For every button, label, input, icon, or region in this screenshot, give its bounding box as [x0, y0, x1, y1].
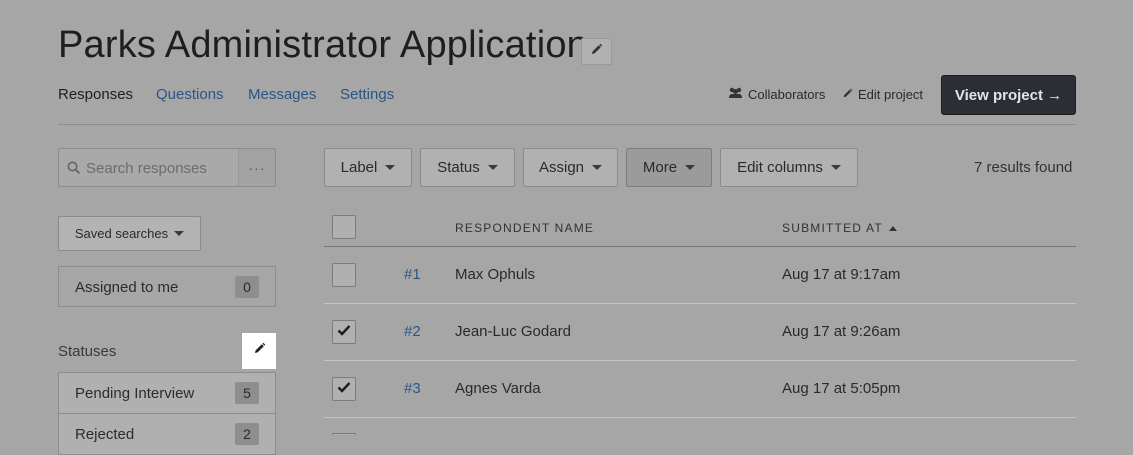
search-icon [67, 161, 81, 180]
label-button[interactable]: Label [324, 148, 412, 187]
chevron-down-icon [174, 231, 185, 236]
select-all-checkbox[interactable] [332, 215, 356, 239]
submitted-at: Aug 17 at 9:17am [782, 266, 901, 283]
status-button-label: Status [437, 159, 480, 176]
status-count-badge: 5 [235, 382, 259, 404]
row-id-link[interactable]: #3 [404, 380, 421, 397]
header-divider [58, 124, 1076, 125]
assigned-count-badge: 0 [235, 276, 259, 298]
respondent-name: Max Ophuls [455, 266, 536, 283]
view-project-button[interactable]: View project → [941, 75, 1076, 115]
edit-columns-button-label: Edit columns [737, 159, 823, 176]
row-id-link[interactable]: #2 [404, 323, 421, 340]
chevron-down-icon [685, 165, 696, 170]
pencil-icon [590, 43, 603, 61]
row-id-link[interactable]: #1 [404, 266, 421, 283]
row-divider [324, 303, 1076, 304]
assigned-to-me-label: Assigned to me [75, 279, 179, 296]
chevron-down-icon [385, 165, 396, 170]
submitted-at: Aug 17 at 5:05pm [782, 380, 901, 397]
assign-button-label: Assign [538, 159, 585, 176]
page-title: Parks Administrator Application [58, 24, 588, 66]
search-box[interactable]: Search responses ··· [58, 148, 276, 187]
column-header-label: SUBMITTED AT [782, 221, 883, 235]
status-label: Pending Interview [75, 385, 195, 402]
edit-columns-button[interactable]: Edit columns [720, 148, 858, 187]
status-count-badge: 2 [235, 423, 259, 445]
column-header-respondent-name[interactable]: RESPONDENT NAME [455, 221, 594, 235]
tab-settings[interactable]: Settings [340, 86, 394, 103]
row-divider [324, 360, 1076, 361]
more-button[interactable]: More [626, 148, 712, 187]
tab-questions[interactable]: Questions [156, 86, 224, 103]
assign-button[interactable]: Assign [523, 148, 618, 187]
search-options-button[interactable]: ··· [238, 149, 275, 186]
edit-project-label: Edit project [858, 87, 924, 102]
tab-responses[interactable]: Responses [58, 86, 133, 103]
row-checkbox[interactable] [332, 263, 356, 287]
users-icon [728, 87, 743, 102]
row-checkbox[interactable] [332, 377, 356, 401]
edit-title-button[interactable] [581, 38, 612, 65]
saved-searches-button[interactable]: Saved searches [58, 216, 201, 251]
status-item-pending-interview[interactable]: Pending Interview 5 [58, 372, 276, 414]
status-button[interactable]: Status [420, 148, 515, 187]
table-header-divider [324, 246, 1076, 247]
pencil-icon [842, 87, 853, 102]
saved-searches-label: Saved searches [74, 226, 169, 241]
search-input[interactable]: Search responses [86, 160, 207, 177]
column-header-label: RESPONDENT NAME [455, 221, 595, 235]
row-divider [324, 417, 1076, 418]
column-header-submitted-at[interactable]: SUBMITTED AT [782, 221, 897, 235]
pencil-icon [253, 342, 266, 360]
collaborators-link[interactable]: Collaborators [728, 87, 825, 102]
assigned-to-me-filter[interactable]: Assigned to me 0 [58, 266, 276, 307]
status-item-rejected[interactable]: Rejected 2 [58, 413, 276, 455]
check-icon [337, 323, 351, 341]
edit-statuses-button[interactable] [242, 333, 276, 369]
collaborators-label: Collaborators [748, 87, 826, 102]
sort-ascending-icon [888, 225, 897, 231]
chevron-down-icon [592, 165, 603, 170]
chevron-down-icon [487, 165, 498, 170]
check-icon [337, 380, 351, 398]
edit-project-link[interactable]: Edit project [842, 87, 923, 102]
row-checkbox[interactable] [332, 320, 356, 344]
more-button-label: More [642, 159, 678, 176]
results-count: 7 results found [974, 159, 1073, 176]
submitted-at: Aug 17 at 9:26am [782, 323, 901, 340]
label-button-label: Label [340, 159, 378, 176]
respondent-name: Agnes Varda [455, 380, 541, 397]
tab-messages[interactable]: Messages [248, 86, 316, 103]
statuses-heading: Statuses [58, 343, 117, 360]
chevron-down-icon [830, 165, 841, 170]
respondent-name: Jean-Luc Godard [455, 323, 571, 340]
